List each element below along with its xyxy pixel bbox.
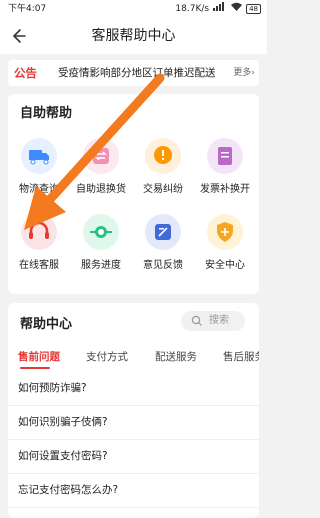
status-indicators: 18.7K/s 48 bbox=[175, 0, 261, 18]
self-help-label: 安全中心 bbox=[205, 260, 245, 271]
progress-icon bbox=[83, 214, 119, 250]
self-help-title: 自助帮助 bbox=[20, 106, 73, 121]
self-help-item-return[interactable]: 自助退换货 bbox=[70, 138, 132, 195]
self-help-item-progress[interactable]: 服务进度 bbox=[70, 214, 132, 271]
invoice-icon bbox=[207, 138, 243, 174]
headset-icon bbox=[21, 214, 57, 250]
self-help-item-dispute[interactable]: 交易纠纷 bbox=[132, 138, 194, 195]
self-help-label: 自助退换货 bbox=[76, 184, 126, 195]
shield-icon bbox=[207, 214, 243, 250]
help-center-card: 帮助中心 搜索 售前问题 支付方式 配送服务 售后服务 如何预防诈骗? 如何识别… bbox=[8, 303, 259, 518]
self-help-card: 自助帮助 物流查询 自助退换货 交易纠纷 发票补换开 在线客服 服务进度 意见反… bbox=[8, 94, 259, 294]
tab-payment[interactable]: 支付方式 bbox=[86, 349, 128, 364]
self-help-label: 意见反馈 bbox=[143, 260, 183, 271]
signal-icon bbox=[213, 0, 227, 18]
faq-item[interactable]: 忘记支付密码怎么办? bbox=[8, 473, 259, 508]
faq-question: 如何设置支付密码? bbox=[18, 450, 108, 462]
announcement-tag: 公告 bbox=[14, 66, 37, 80]
faq-item[interactable]: 如何识别骗子伎俩? bbox=[8, 405, 259, 440]
truck-icon bbox=[21, 138, 57, 174]
battery-icon: 48 bbox=[246, 4, 261, 14]
feedback-icon bbox=[145, 214, 181, 250]
self-help-label: 物流查询 bbox=[19, 184, 59, 195]
faq-question: 如何识别骗子伎俩? bbox=[18, 416, 108, 428]
announcement-more-link[interactable]: 更多› bbox=[233, 60, 255, 86]
tab-aftersale[interactable]: 售后服务 bbox=[223, 349, 259, 364]
search-placeholder: 搜索 bbox=[209, 315, 229, 326]
help-search-input[interactable]: 搜索 bbox=[181, 311, 245, 331]
network-speed: 18.7K/s bbox=[175, 4, 210, 14]
self-help-item-security[interactable]: 安全中心 bbox=[194, 214, 256, 271]
self-help-item-online-service[interactable]: 在线客服 bbox=[8, 214, 70, 271]
help-tabs: 售前问题 支付方式 配送服务 售后服务 bbox=[18, 345, 259, 367]
self-help-label: 服务进度 bbox=[81, 260, 121, 271]
self-help-label: 在线客服 bbox=[19, 260, 59, 271]
tab-presale[interactable]: 售前问题 bbox=[18, 349, 60, 364]
page-title: 客服帮助中心 bbox=[91, 28, 176, 44]
tab-delivery[interactable]: 配送服务 bbox=[155, 349, 197, 364]
header-bar: 客服帮助中心 bbox=[0, 18, 267, 54]
faq-item[interactable]: 如何预防诈骗? bbox=[8, 371, 259, 406]
announcement-text[interactable]: 受疫情影响部分地区订单推迟配送 bbox=[58, 60, 234, 86]
faq-question: 忘记支付密码怎么办? bbox=[18, 484, 119, 496]
faq-item[interactable]: 如何设置支付密码? bbox=[8, 439, 259, 474]
self-help-item-invoice[interactable]: 发票补换开 bbox=[194, 138, 256, 195]
help-center-title: 帮助中心 bbox=[20, 317, 73, 332]
active-tab-indicator bbox=[20, 367, 50, 369]
self-help-label: 发票补换开 bbox=[200, 184, 250, 195]
wifi-icon bbox=[231, 0, 243, 18]
faq-question: 如何预防诈骗? bbox=[18, 382, 87, 394]
announcement-bar[interactable]: 公告 受疫情影响部分地区订单推迟配送 更多› bbox=[8, 60, 259, 86]
self-help-item-feedback[interactable]: 意见反馈 bbox=[132, 214, 194, 271]
exchange-icon bbox=[83, 138, 119, 174]
dispute-icon bbox=[145, 138, 181, 174]
self-help-item-logistics[interactable]: 物流查询 bbox=[8, 138, 70, 195]
search-icon bbox=[191, 315, 202, 326]
status-bar: 下午4:07 18.7K/s 48 bbox=[0, 0, 267, 18]
self-help-label: 交易纠纷 bbox=[143, 184, 183, 195]
status-time: 下午4:07 bbox=[8, 4, 47, 14]
